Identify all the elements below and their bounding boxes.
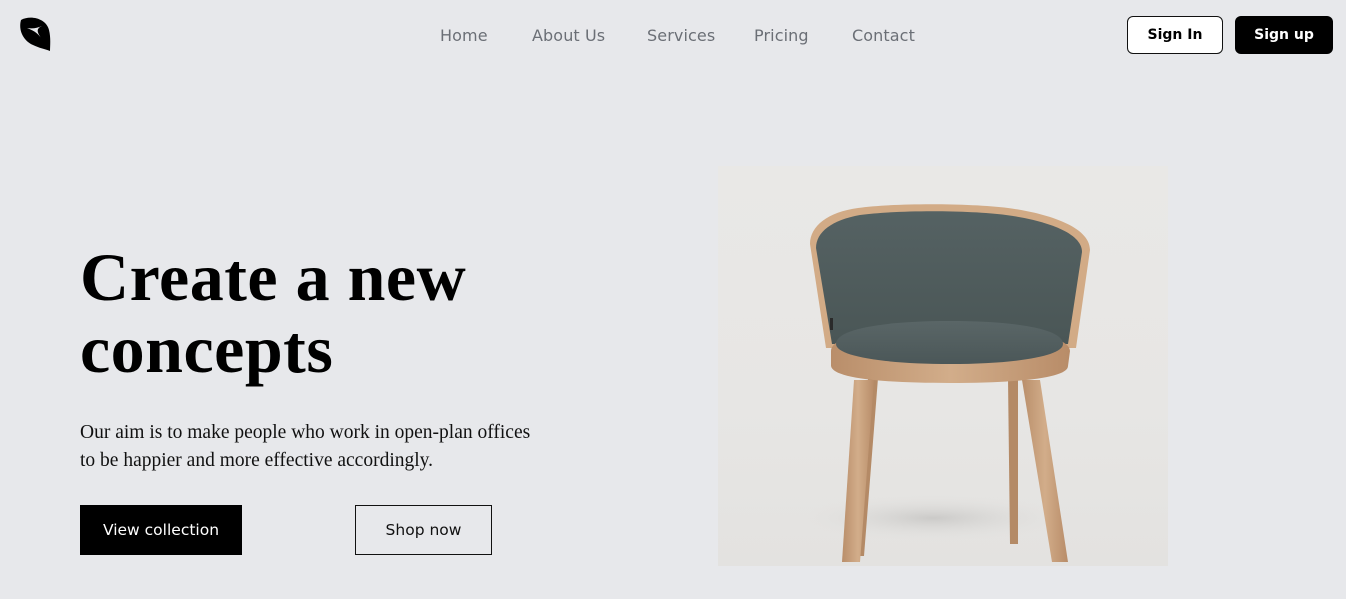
nav-about-us[interactable]: About Us	[532, 24, 605, 48]
hero-subtitle-line1: Our aim is to make people who work in op…	[80, 422, 531, 443]
sign-up-button[interactable]: Sign up	[1235, 16, 1333, 54]
hero-title-line1: Create a new	[80, 239, 467, 315]
view-collection-button[interactable]: View collection	[80, 505, 242, 555]
hero-title-line2: concepts	[80, 311, 334, 387]
shop-now-button[interactable]: Shop now	[355, 505, 492, 555]
hero-subtitle-line2: to be happier and more effective accordi…	[80, 450, 434, 471]
hero-subtitle: Our aim is to make people who work in op…	[80, 419, 560, 475]
nav-home[interactable]: Home	[440, 24, 488, 48]
nav-contact[interactable]: Contact	[852, 24, 915, 48]
sign-in-button[interactable]: Sign In	[1127, 16, 1223, 54]
chair-product-image	[718, 166, 1168, 566]
hero-title: Create a new concepts	[80, 241, 600, 385]
nav-pricing[interactable]: Pricing	[754, 24, 809, 48]
nav-services[interactable]: Services	[647, 24, 715, 48]
